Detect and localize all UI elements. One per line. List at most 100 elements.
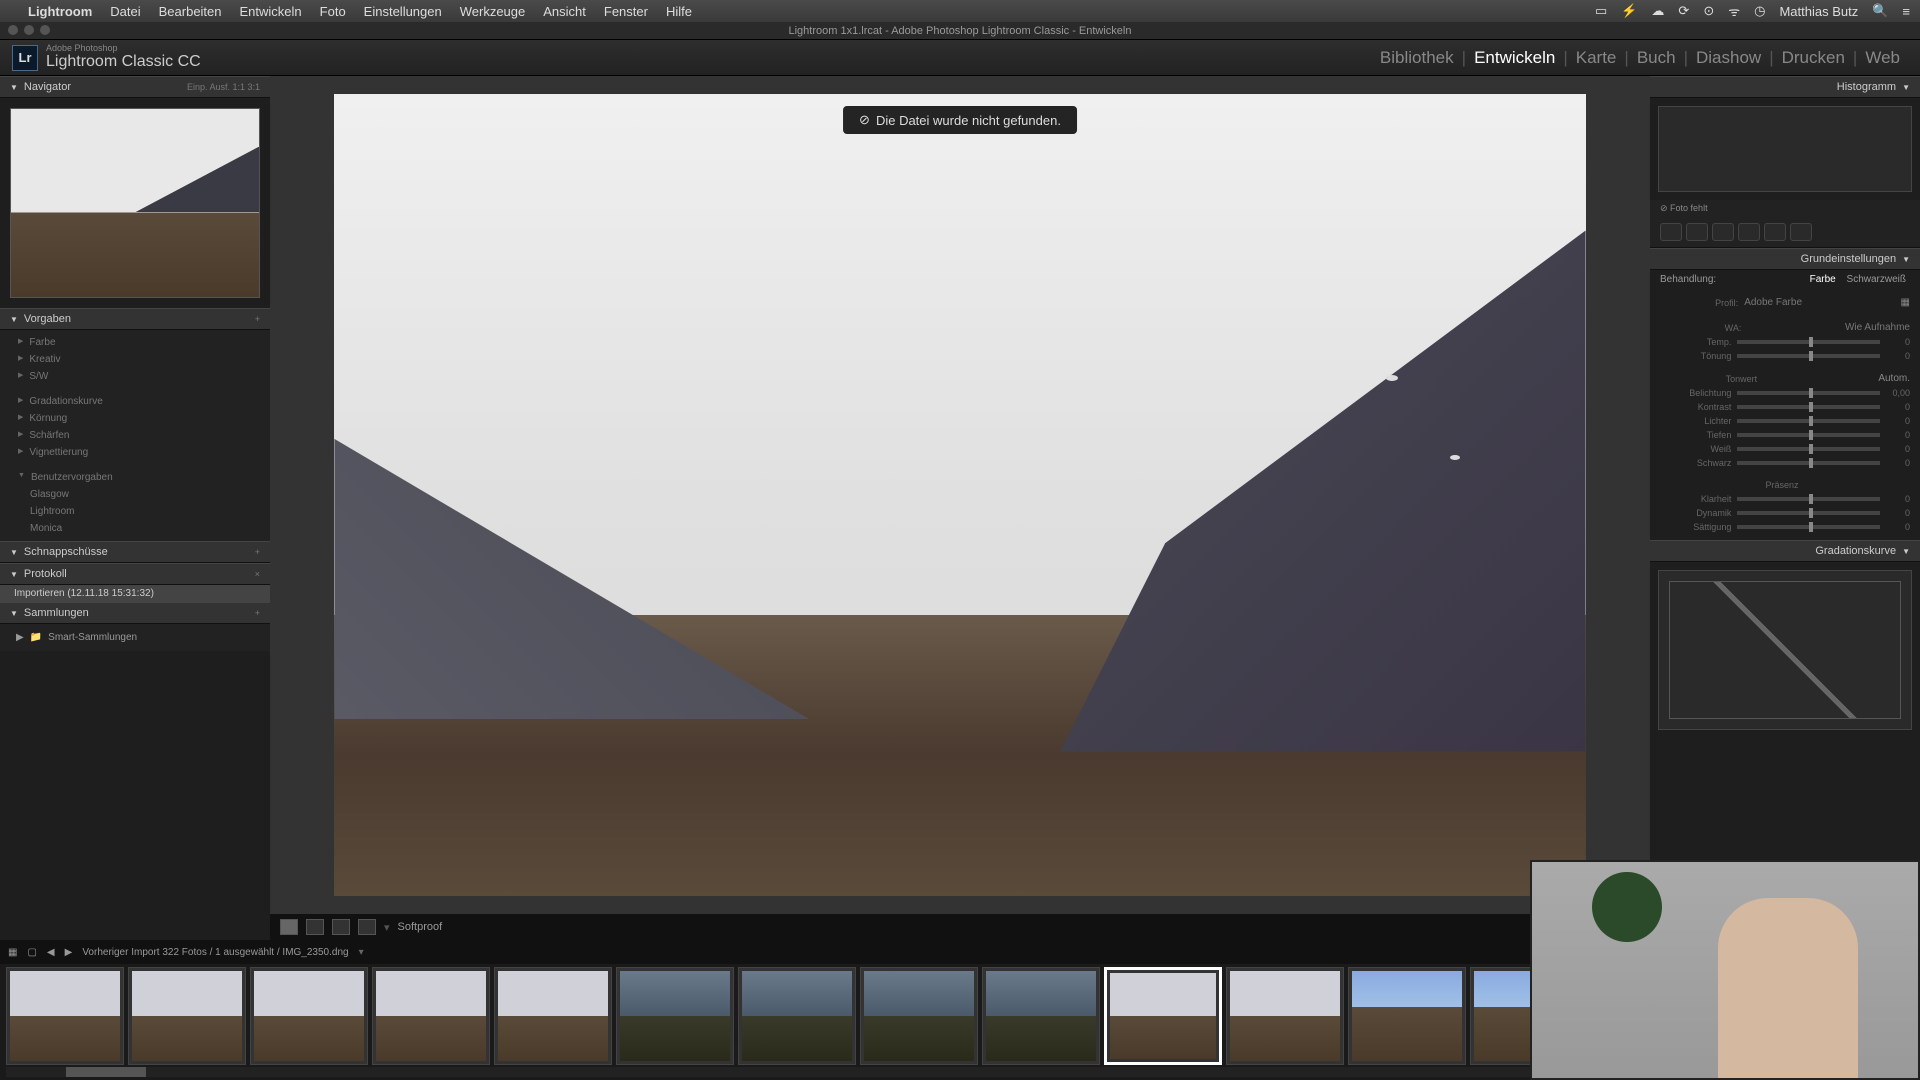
slider-clarity[interactable]: Klarheit0: [1660, 492, 1910, 506]
nav-back-icon[interactable]: ◀: [47, 947, 55, 958]
softproof-toggle[interactable]: Softproof: [398, 921, 443, 933]
main-photo[interactable]: [334, 94, 1585, 896]
redeye-tool[interactable]: [1712, 223, 1734, 241]
module-buch[interactable]: Buch: [1629, 48, 1684, 68]
preset-item[interactable]: Monica: [0, 520, 270, 537]
breadcrumb[interactable]: Vorheriger Import 322 Fotos / 1 ausgewäh…: [82, 947, 348, 958]
basic-header[interactable]: Grundeinstellungen ▼: [1650, 248, 1920, 270]
menubar-icon[interactable]: ◷: [1754, 3, 1765, 19]
menubar-icon[interactable]: ⟳: [1678, 3, 1689, 19]
module-bibliothek[interactable]: Bibliothek: [1372, 48, 1462, 68]
preset-folder[interactable]: ▶Vignettierung: [0, 444, 270, 461]
preset-item[interactable]: Lightroom: [0, 503, 270, 520]
thumbnail[interactable]: [372, 967, 490, 1065]
preset-folder[interactable]: ▶S/W: [0, 368, 270, 385]
histogram-header[interactable]: Histogramm ▼: [1650, 76, 1920, 98]
slider-blacks[interactable]: Schwarz0: [1660, 456, 1910, 470]
treatment-bw[interactable]: Schwarzweiß: [1843, 274, 1910, 285]
menu-einstellungen[interactable]: Einstellungen: [364, 4, 442, 19]
thumbnail[interactable]: [128, 967, 246, 1065]
thumbnail[interactable]: [616, 967, 734, 1065]
history-entry[interactable]: Importieren (12.11.18 15:31:32): [0, 585, 270, 602]
thumbnail[interactable]: [738, 967, 856, 1065]
radial-tool[interactable]: [1764, 223, 1786, 241]
crop-tool[interactable]: [1660, 223, 1682, 241]
menubar-icon[interactable]: ☁: [1651, 3, 1664, 19]
thumbnail[interactable]: [1226, 967, 1344, 1065]
app-menu[interactable]: Lightroom: [28, 4, 92, 19]
tonecurve-header[interactable]: Gradationskurve ▼: [1650, 540, 1920, 562]
menu-datei[interactable]: Datei: [110, 4, 140, 19]
second-window-icon[interactable]: ▢: [27, 947, 36, 958]
menu-bearbeiten[interactable]: Bearbeiten: [159, 4, 222, 19]
menubar-icon[interactable]: ᯤ: [1728, 2, 1740, 20]
module-drucken[interactable]: Drucken: [1774, 48, 1853, 68]
thumbnail[interactable]: [494, 967, 612, 1065]
nav-fwd-icon[interactable]: ▶: [65, 947, 73, 958]
treatment-color[interactable]: Farbe: [1806, 274, 1840, 285]
survey-view-button[interactable]: [358, 919, 376, 935]
slider-shadows[interactable]: Tiefen0: [1660, 428, 1910, 442]
menubar-user[interactable]: Matthias Butz: [1779, 4, 1858, 19]
thumbnail[interactable]: [250, 967, 368, 1065]
module-web[interactable]: Web: [1857, 48, 1908, 68]
presets-header[interactable]: ▼ Vorgaben+: [0, 308, 270, 330]
menu-fenster[interactable]: Fenster: [604, 4, 648, 19]
app-logo: Lr Adobe Photoshop Lightroom Classic CC: [12, 44, 201, 71]
preset-folder[interactable]: ▶Farbe: [0, 334, 270, 351]
preset-folder[interactable]: ▶Schärfen: [0, 427, 270, 444]
preset-folder[interactable]: ▶Körnung: [0, 410, 270, 427]
grid-view-icon[interactable]: ▦: [8, 947, 17, 958]
slider-highlights[interactable]: Lichter0: [1660, 414, 1910, 428]
menubar-icon[interactable]: ⊙: [1703, 3, 1714, 19]
preset-item[interactable]: Glasgow: [0, 486, 270, 503]
module-entwickeln[interactable]: Entwickeln: [1466, 48, 1563, 68]
brush-tool[interactable]: [1790, 223, 1812, 241]
photo-status: ⊘ Foto fehlt: [1650, 200, 1920, 217]
thumbnail[interactable]: [860, 967, 978, 1065]
slider-tint[interactable]: Tönung0: [1660, 349, 1910, 363]
preset-folder[interactable]: ▶Kreativ: [0, 351, 270, 368]
error-toast: ⊘ Die Datei wurde nicht gefunden.: [843, 106, 1077, 134]
navigator-preview[interactable]: [0, 98, 270, 308]
snapshots-header[interactable]: ▼ Schnappschüsse+: [0, 541, 270, 563]
collection-item[interactable]: ▶📁Smart-Sammlungen: [0, 628, 270, 647]
gradient-tool[interactable]: [1738, 223, 1760, 241]
menu-entwickeln[interactable]: Entwickeln: [240, 4, 302, 19]
auto-tone-button[interactable]: Autom.: [1829, 373, 1910, 384]
menubar-icon[interactable]: ⚡: [1621, 3, 1637, 19]
search-icon[interactable]: 🔍: [1872, 3, 1888, 19]
thumbnail-selected[interactable]: [1104, 967, 1222, 1065]
slider-whites[interactable]: Weiß0: [1660, 442, 1910, 456]
navigator-header[interactable]: ▼ Navigator Einp. Ausf. 1:1 3:1: [0, 76, 270, 98]
menu-hilfe[interactable]: Hilfe: [666, 4, 692, 19]
module-diashow[interactable]: Diashow: [1688, 48, 1769, 68]
tone-curve[interactable]: [1658, 570, 1912, 730]
menu-werkzeuge[interactable]: Werkzeuge: [460, 4, 526, 19]
thumbnail[interactable]: [6, 967, 124, 1065]
before-after-button[interactable]: [306, 919, 324, 935]
spot-tool[interactable]: [1686, 223, 1708, 241]
module-karte[interactable]: Karte: [1568, 48, 1625, 68]
thumbnail[interactable]: [982, 967, 1100, 1065]
loupe-view-button[interactable]: [280, 919, 298, 935]
slider-vibrance[interactable]: Dynamik0: [1660, 506, 1910, 520]
preset-folder[interactable]: ▼Benutzervorgaben: [0, 469, 270, 486]
profile-browser-icon[interactable]: ▦: [1901, 297, 1910, 308]
histogram[interactable]: [1658, 106, 1912, 192]
app-header: Lr Adobe Photoshop Lightroom Classic CC …: [0, 40, 1920, 76]
thumbnail[interactable]: [1348, 967, 1466, 1065]
window-controls[interactable]: [8, 25, 50, 35]
history-header[interactable]: ▼ Protokoll×: [0, 563, 270, 585]
collections-header[interactable]: ▼ Sammlungen+: [0, 602, 270, 624]
menu-foto[interactable]: Foto: [320, 4, 346, 19]
menu-ansicht[interactable]: Ansicht: [543, 4, 586, 19]
slider-contrast[interactable]: Kontrast0: [1660, 400, 1910, 414]
slider-temp[interactable]: Temp.0: [1660, 335, 1910, 349]
preset-folder[interactable]: ▶Gradationskurve: [0, 393, 270, 410]
slider-saturation[interactable]: Sättigung0: [1660, 520, 1910, 534]
menubar-icon[interactable]: ▭: [1595, 3, 1607, 19]
slider-exposure[interactable]: Belichtung0,00: [1660, 386, 1910, 400]
compare-view-button[interactable]: [332, 919, 350, 935]
menu-icon[interactable]: ≡: [1902, 4, 1910, 19]
